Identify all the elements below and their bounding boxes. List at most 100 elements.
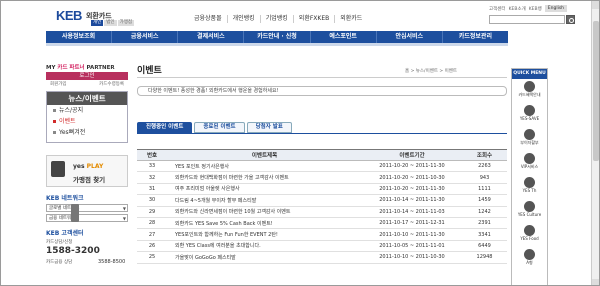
quick-item-yes-culture[interactable]: YES Culture <box>512 201 547 223</box>
scroll-thumb[interactable] <box>593 21 599 161</box>
view-count: 6449 <box>462 240 507 253</box>
event-title-link[interactable]: YES 포인트 정기사은행사 <box>167 160 362 173</box>
table-row[interactable]: 25 가을맞이 GoGoGo 페스티발 2011-10-10 ~ 2011-10-3… <box>137 251 507 264</box>
utility-link-bank[interactable]: KEB뱅 <box>529 6 542 12</box>
quick-item-installment[interactable]: 부이자할부 <box>512 129 547 151</box>
table-header: 번호 이벤트제목 이벤트기간 조회수 <box>137 149 507 161</box>
event-title-link[interactable]: 다드림 4~5개월 무이자 할부 페스티발 <box>167 194 362 207</box>
topmenu-item[interactable]: 외환카드 <box>335 15 367 23</box>
phone-label-card: 카드상담/신청 <box>46 240 73 245</box>
column-header-period: 이벤트기간 <box>362 149 462 161</box>
table-row[interactable]: 26 외환 YES Class에 여러분을 초대합니다. 2011-10-05 ~ … <box>137 240 507 253</box>
quick-item-label: YES-SAVE <box>519 116 540 121</box>
utility-link-about[interactable]: KEB소개 <box>509 6 526 12</box>
english-button[interactable]: English <box>544 5 568 12</box>
gnb-item[interactable]: 사용정보조회 <box>46 31 113 43</box>
scroll-down-icon[interactable] <box>592 279 599 285</box>
gnb-item[interactable]: 예스포인트 <box>311 31 377 43</box>
sidebar-item-events[interactable]: 이벤트 <box>47 116 127 127</box>
view-count: 1242 <box>462 206 507 218</box>
search-icon[interactable] <box>566 15 575 24</box>
vip-icon <box>524 153 535 164</box>
login-button[interactable]: 로그인 <box>46 72 128 80</box>
event-title-link[interactable]: 가을맞이 GoGoGo 페스티발 <box>167 251 362 264</box>
quick-item-label: 부이자할부 <box>520 140 539 145</box>
bullet-icon <box>53 131 56 134</box>
table-row[interactable]: 31 여주 프리미엄 아울렛 사은행사 2011-10-20 ~ 2011-11-3… <box>137 183 507 196</box>
customer-type-tabs: 개인 법인 가맹점 <box>91 20 134 26</box>
event-period: 2011-10-14 ~ 2011-11-30 <box>362 194 462 207</box>
quick-item-card-benefits[interactable]: 카드혜택안내 <box>512 81 547 103</box>
table-row[interactable]: 30 다드림 4~5개월 무이자 할부 페스티발 2011-10-14 ~ 2011… <box>137 194 507 207</box>
table-row[interactable]: 33 YES 포인트 정기사은행사 2011-10-20 ~ 2011-11-30 2… <box>137 160 507 173</box>
tab-winners[interactable]: 당첨자 발표 <box>246 122 292 133</box>
row-number: 26 <box>137 240 167 253</box>
gnb-item[interactable]: 금융서비스 <box>112 31 179 43</box>
event-title-link[interactable]: 외환 YES Class에 여러분을 초대합니다. <box>167 240 362 253</box>
quick-item-yes-save[interactable]: YES-SAVE <box>512 105 547 127</box>
tab-personal[interactable]: 개인 <box>91 20 104 26</box>
vertical-scrollbar[interactable] <box>591 1 599 285</box>
network-title: KEB 네트워크 <box>46 195 84 202</box>
table-row[interactable]: 32 외환카드와 현대백화점이 마련한 가을 고객감사 이벤트 2011-10-20… <box>137 171 507 184</box>
quick-item-label: YES Food <box>520 236 539 241</box>
table-row[interactable]: 28 외환카드 YES Save 5% Cash Back 이벤트! 2011-10… <box>137 217 507 230</box>
mobile-phone-icon <box>71 204 79 222</box>
yes-play-logo: yes PLAY <box>73 163 103 170</box>
yes-save-icon <box>524 105 535 116</box>
tab-ongoing-events[interactable]: 진행중인 이벤트 <box>137 122 193 133</box>
browser-window: KEB 외환카드 개인 법인 가맹점 금융상품몰 개인뱅킹 기업뱅킹 외환FXK… <box>0 0 600 286</box>
row-number: 28 <box>137 217 167 230</box>
event-tabs: 진행중인 이벤트 종료된 이벤트 당첨자 발표 <box>137 122 292 133</box>
my-partner-label: MY 카드 파트너 PARTNER <box>46 63 128 71</box>
signup-link[interactable]: 회원가입 <box>50 81 67 87</box>
installment-icon <box>524 129 535 140</box>
quick-item-vip[interactable]: VIP서비스 <box>512 153 547 175</box>
view-count: 12948 <box>462 251 507 264</box>
gnb-item[interactable]: 결제서비스 <box>178 31 245 43</box>
event-title-link[interactable]: YES포인트와 함께하는 Fun Fun한 EVENT 2탄! <box>167 228 362 241</box>
finance-network-select[interactable]: 금융 네트워크 <box>46 214 128 222</box>
topmenu-item[interactable]: 개인뱅킹 <box>228 15 261 23</box>
sidebar-item-yes[interactable]: Yes뻐겨전 <box>47 127 127 138</box>
view-count: 1111 <box>462 183 507 196</box>
quick-item-label: VIP서비스 <box>520 164 539 169</box>
tab-merchant[interactable]: 가맹점 <box>117 20 134 26</box>
gnb-item[interactable]: 카드안내 · 신청 <box>244 31 311 43</box>
topmenu-item[interactable]: 금융상품몰 <box>189 15 228 23</box>
quick-item-a-type[interactable]: A형 <box>512 249 547 271</box>
utility-link-customer-center[interactable]: 고객센터 <box>489 6 506 12</box>
gnb-item[interactable]: 안심서비스 <box>377 31 443 43</box>
phone-number-finance: 3588-8500 <box>98 259 126 265</box>
table-row[interactable]: 29 외환카드와 신라면세점이 마련한 10월 고객감사 이벤트 2011-10-1… <box>137 206 507 218</box>
scroll-up-icon[interactable] <box>592 1 599 9</box>
search-input[interactable] <box>489 15 565 24</box>
event-period: 2011-10-05 ~ 2011-11-01 <box>362 240 462 253</box>
quick-item-label: A형 <box>526 260 533 265</box>
yes-th-icon <box>524 177 535 188</box>
view-count: 943 <box>462 171 507 184</box>
event-title-link[interactable]: 외환카드와 현대백화점이 마련한 가을 고객감사 이벤트 <box>167 171 362 184</box>
global-network-select[interactable]: 글로벌 네트워크 <box>46 204 128 212</box>
card-register-link[interactable]: 카드수령등록 <box>99 81 124 87</box>
row-number: 29 <box>137 206 167 218</box>
tab-ended-events[interactable]: 종료된 이벤트 <box>194 122 245 133</box>
sidebar-item-news[interactable]: 뉴스/공지 <box>47 105 127 116</box>
event-period: 2011-10-17 ~ 2011-12-31 <box>362 217 462 230</box>
topmenu-item[interactable]: 기업뱅킹 <box>261 15 294 23</box>
gnb-item[interactable]: 카드정보관리 <box>443 31 508 43</box>
table-row[interactable]: 27 YES포인트와 함께하는 Fun Fun한 EVENT 2탄! 2011-10… <box>137 228 507 241</box>
tab-corporate[interactable]: 법인 <box>104 20 117 26</box>
topmenu-item[interactable]: 외환FXKEB <box>294 15 336 23</box>
row-number: 25 <box>137 251 167 264</box>
bullet-icon <box>53 109 56 112</box>
event-title-link[interactable]: 외환카드 YES Save 5% Cash Back 이벤트! <box>167 217 362 230</box>
quick-item-yes-th[interactable]: YES Th <box>512 177 547 199</box>
event-table: 번호 이벤트제목 이벤트기간 조회수 33 YES 포인트 정기사은행사 2011-… <box>137 149 507 264</box>
event-title-link[interactable]: 여주 프리미엄 아울렛 사은행사 <box>167 183 362 196</box>
event-title-link[interactable]: 외환카드와 신라면세점이 마련한 10월 고객감사 이벤트 <box>167 206 362 218</box>
quick-item-yes-food[interactable]: YES Food <box>512 225 547 247</box>
utility-links: 고객센터 KEB소개 KEB뱅 English <box>489 5 568 12</box>
page-title: 이벤트 <box>137 66 162 76</box>
yes-play-banner[interactable]: yes PLAY 가맹점 찾기 <box>46 155 128 187</box>
